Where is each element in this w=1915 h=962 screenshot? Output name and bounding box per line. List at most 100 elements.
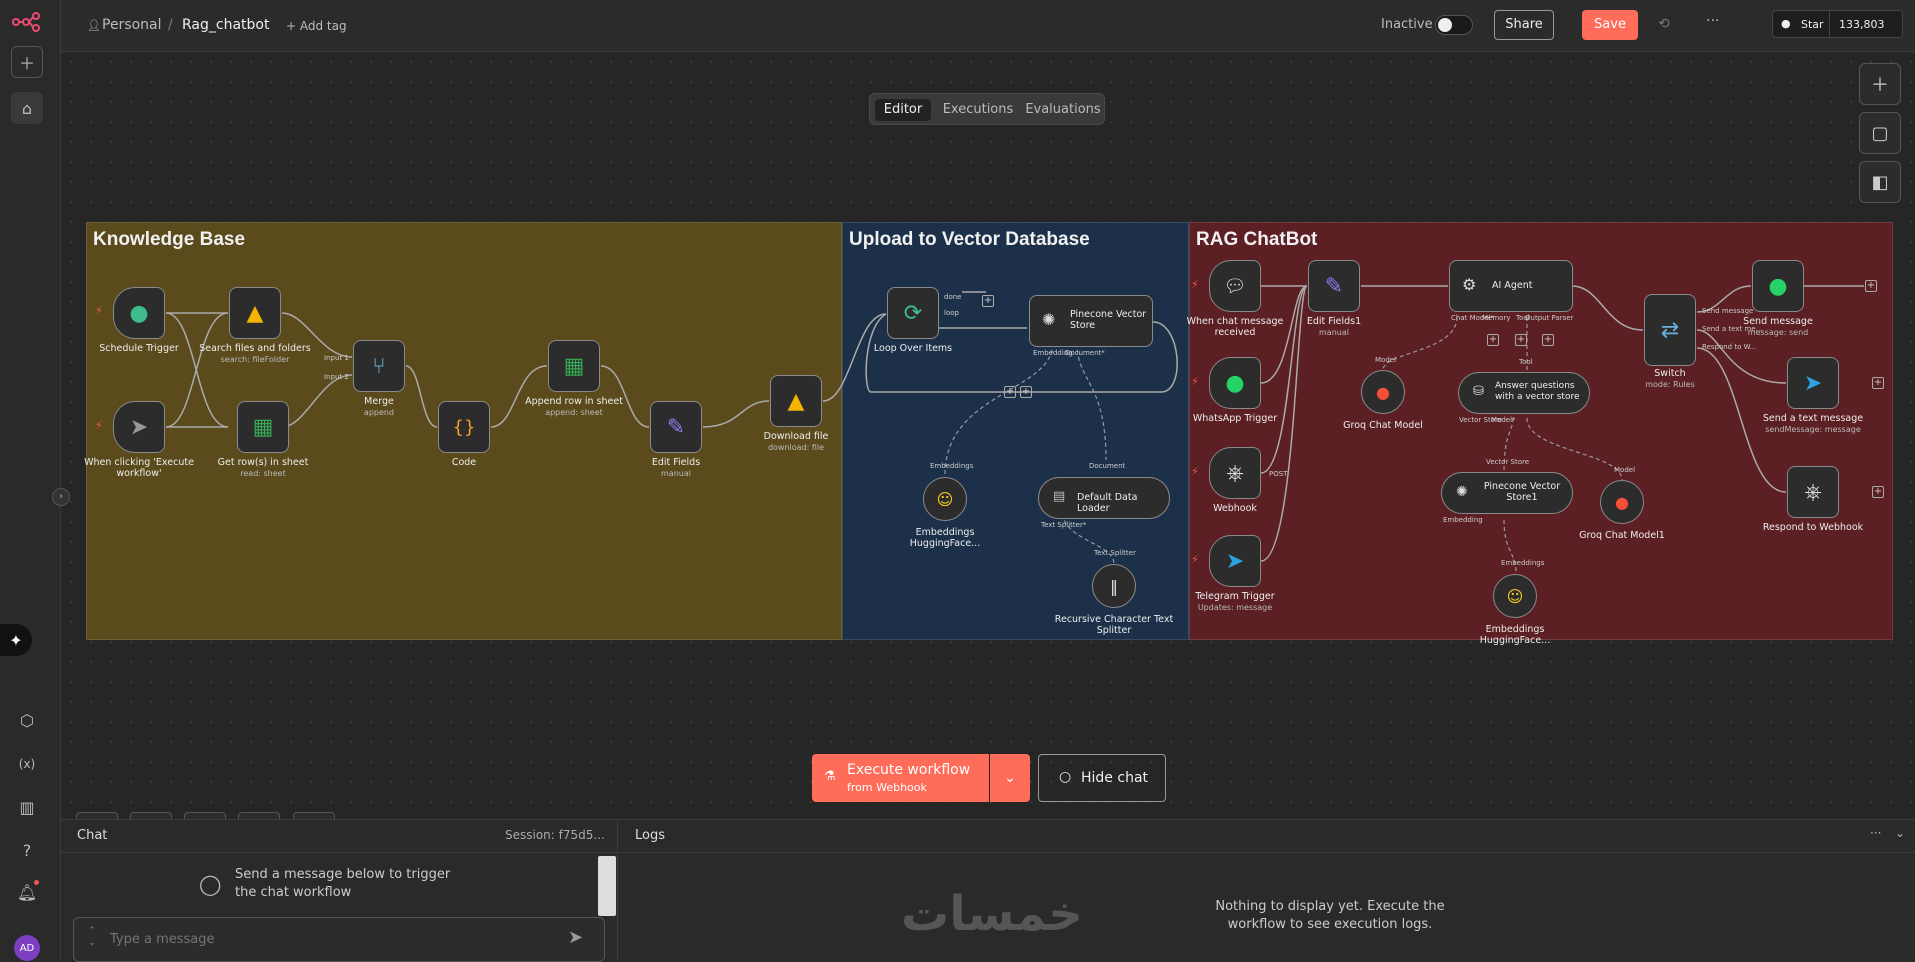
node-manual-trigger[interactable]: ➤ [113,401,165,453]
notifications-icon[interactable]: 🔔︎ [11,876,43,908]
n8n-logo[interactable] [12,12,44,32]
workflow-name[interactable]: Rag_chatbot [182,17,269,33]
tab-editor[interactable]: Editor [875,99,931,121]
execute-workflow-button[interactable]: ⚗ Execute workflow from Webhook [812,754,989,802]
port-text-splitter-label: Text Splitter [1094,549,1136,557]
node-code[interactable]: {} [438,401,490,453]
node-schedule-trigger[interactable]: ● [113,287,165,339]
loop-done-label: done [944,293,962,301]
node-subtitle: append [363,408,395,417]
github-star-button[interactable]: ● Star 133,803 [1772,10,1903,38]
node-default-data-loader[interactable]: ▤ Default Data Loader [1038,477,1170,519]
tab-evaluations[interactable]: Evaluations [1023,99,1103,121]
home-icon[interactable]: ⌂ [11,92,43,124]
variables-icon[interactable]: (x) [11,748,43,780]
node-append-row[interactable]: ▦ [548,340,600,392]
groq-icon: ● [1376,382,1390,402]
fit-view-button[interactable]: ⛶ [76,812,118,819]
trigger-bolt-icon: ⚡︎ [1191,375,1199,388]
node-download-file[interactable]: ▲ [770,375,822,427]
zoom-out-button[interactable]: ⊖ [184,812,226,819]
node-label: Get row(s) in sheet [217,457,309,468]
port-document-label: Document* [1065,349,1105,357]
workflow-canvas[interactable]: Editor Executions Evaluations ＋ ▢ ◧ Know… [61,52,1915,819]
switch-icon: ⇄ [1660,317,1680,343]
node-merge[interactable]: ⑂ [353,340,405,392]
node-send-message[interactable]: ● [1752,260,1804,312]
node-edit-fields[interactable]: ✎ [650,401,702,453]
node-label: WhatsApp Trigger [1192,413,1278,424]
chat-scrollbar[interactable] [598,856,616,916]
history-icon[interactable]: ⟲ [1658,16,1670,32]
pencil-icon: ✎ [1324,273,1344,299]
insights-icon[interactable]: ▥ [11,791,43,823]
trigger-bolt-icon: ⚡︎ [95,419,103,432]
save-button[interactable]: Save [1582,10,1638,40]
node-switch[interactable]: ⇄ [1644,294,1696,366]
merge-input1-label: Input 1 [324,354,349,362]
node-whatsapp-trigger[interactable]: ● [1209,357,1261,409]
node-pinecone-vector-store1[interactable]: ✺ Pinecone Vector Store1 [1441,472,1573,514]
sidebar-collapse-button[interactable]: › [52,488,70,506]
tidy-up-button[interactable]: ✧ [293,812,335,819]
message-input[interactable] [110,926,530,952]
connections [165,285,1864,574]
node-pinecone-vector-store[interactable]: ✺ Pinecone Vector Store [1029,295,1153,347]
node-answer-vector-store-tool[interactable]: ⛁ Answer questions with a vector store [1458,372,1590,414]
tab-executions[interactable]: Executions [934,99,1022,121]
node-loop-over-items[interactable]: ⟳ [887,287,939,339]
undo-button[interactable]: ↶ [238,812,280,819]
zoom-in-button[interactable]: ⊕ [130,812,172,819]
node-embeddings-huggingface1[interactable]: ☺ [1493,574,1537,618]
splitter-icon: ‖ [1110,576,1118,596]
session-id[interactable]: Session: f75d5... [505,828,605,842]
node-respond-webhook[interactable]: ⎈ [1787,466,1839,518]
node-label: Edit Fields [651,457,701,468]
help-icon[interactable]: ? [11,834,43,866]
add-node-plus[interactable]: + [1542,334,1554,346]
logs-collapse-icon[interactable]: ⌄ [1895,826,1905,840]
node-ai-agent[interactable]: ⚙ AI Agent [1449,260,1573,312]
port-vector-store-label: Vector Store [1486,458,1530,466]
add-node-plus[interactable]: + [1865,280,1877,292]
node-label: Edit Fields1 [1306,316,1362,327]
more-menu-button[interactable]: ··· [1706,13,1719,29]
node-chat-trigger[interactable]: 💬︎ [1209,260,1261,312]
active-toggle[interactable] [1435,15,1473,35]
message-input-box[interactable]: ⌃⌄ ➤ [73,917,605,962]
add-node-plus[interactable]: + [1487,334,1499,346]
port-embeddings-label: Embeddings [930,462,974,470]
node-get-rows[interactable]: ▦ [237,401,289,453]
node-send-text-message[interactable]: ➤ [1787,357,1839,409]
add-node-plus[interactable]: + [1004,386,1016,398]
add-node-plus[interactable]: + [982,295,994,307]
node-edit-fields1[interactable]: ✎ [1308,260,1360,312]
node-telegram-trigger[interactable]: ➤ [1209,535,1261,587]
node-label: Answer questions with a vector store [1495,381,1580,402]
node-groq-chat-model[interactable]: ● [1361,370,1405,414]
node-search-files[interactable]: ▲ [229,287,281,339]
bottom-panel: Chat Session: f75d5... ◯ Send a message … [61,819,1915,962]
node-embeddings-huggingface[interactable]: ☺ [923,477,967,521]
logs-more-button[interactable]: ··· [1870,826,1881,840]
ai-assistant-icon[interactable]: ✦ [0,624,32,656]
history-arrows-icon[interactable]: ⌃ ⌄ [88,925,96,949]
execute-dropdown-button[interactable]: ⌄ [990,754,1030,802]
avatar[interactable]: AD [14,935,40,961]
node-groq-chat-model1[interactable]: ● [1600,480,1644,524]
breadcrumb-owner[interactable]: Personal [102,17,162,33]
add-node-plus[interactable]: + [1872,377,1884,389]
add-node-plus[interactable]: + [1020,386,1032,398]
add-node-plus[interactable]: + [1872,486,1884,498]
send-icon[interactable]: ➤ [568,927,583,948]
create-button[interactable]: ＋ [11,46,43,78]
node-recursive-text-splitter[interactable]: ‖ [1092,564,1136,608]
share-button[interactable]: Share [1494,10,1554,40]
add-node-plus[interactable]: + [1515,334,1527,346]
port-memory-label: Memory [1482,314,1511,322]
node-webhook[interactable]: ⎈ [1209,447,1261,499]
add-tag-button[interactable]: + Add tag [286,19,347,33]
chat-bubbles-icon: 💬︎ [1223,275,1247,297]
templates-icon[interactable]: ⬡ [11,704,43,736]
hide-chat-button[interactable]: ○ Hide chat [1038,754,1166,802]
